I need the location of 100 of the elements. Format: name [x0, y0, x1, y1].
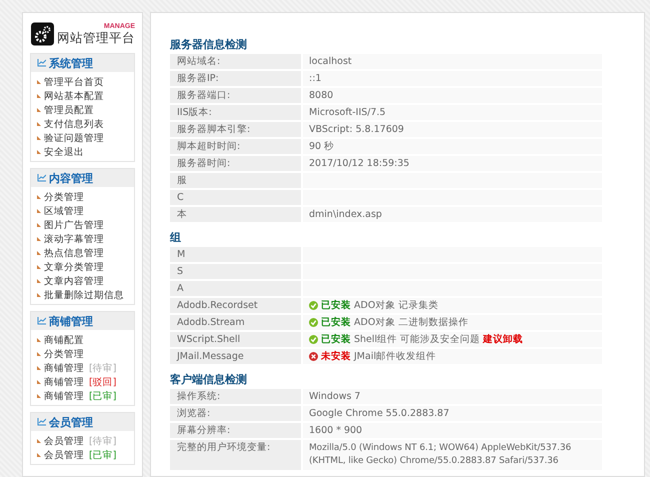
- bullet-icon: [37, 237, 41, 241]
- value-cell: Google Chrome 55.0.2883.87: [303, 406, 602, 421]
- value-cell: 90 秒: [303, 139, 602, 154]
- status-text: 已安装: [321, 300, 351, 311]
- field-label: 网站域名:: [170, 54, 301, 69]
- field-label: 服务器脚本引擎:: [170, 122, 301, 137]
- menu-item[interactable]: 文章内容管理: [44, 274, 104, 288]
- description: JMail邮件收发组件: [354, 351, 436, 362]
- menu-item[interactable]: 管理平台首页: [44, 76, 104, 88]
- bullet-icon: [37, 251, 41, 255]
- field-label: 浏览器:: [170, 406, 301, 421]
- field-label: Adodb.Recordset: [170, 298, 301, 313]
- bullet-icon: [37, 94, 41, 98]
- menu-item[interactable]: 商铺配置: [44, 334, 84, 346]
- chart-icon: [37, 59, 46, 67]
- field-label: S: [170, 264, 301, 279]
- menu-item[interactable]: 会员管理: [44, 448, 84, 462]
- bullet-icon: [37, 380, 41, 384]
- bullet-icon: [37, 394, 41, 398]
- menu-item[interactable]: 商铺管理: [44, 376, 84, 388]
- warning-text: 建议卸载: [483, 334, 524, 345]
- value-cell: localhost: [303, 54, 602, 69]
- description: ADO对象 记录集类: [354, 300, 438, 311]
- bullet-icon: [37, 352, 41, 356]
- group-title: 会员管理: [49, 414, 93, 430]
- logo-title: 网站管理平台: [57, 30, 135, 47]
- group-title: 内容管理: [49, 170, 93, 186]
- value-cell: Windows 7: [303, 389, 602, 404]
- section-title: 组: [170, 231, 182, 245]
- menu-item[interactable]: 分类管理: [44, 190, 84, 204]
- value-cell: dmin\index.asp: [303, 207, 602, 222]
- bullet-icon: [37, 136, 41, 140]
- status-text: 未安装: [321, 351, 351, 362]
- field-label: WScript.Shell: [170, 332, 301, 347]
- bullet-icon: [37, 439, 41, 443]
- menu-item[interactable]: 文章分类管理: [44, 260, 104, 274]
- bullet-icon: [37, 366, 41, 370]
- bullet-icon: [37, 338, 41, 342]
- menu-item[interactable]: 分类管理: [44, 348, 84, 360]
- description: Shell组件 可能涉及安全问题: [354, 334, 480, 345]
- menu-item[interactable]: 批量删除过期信息: [44, 288, 124, 302]
- chart-icon: [37, 418, 46, 426]
- menu-item[interactable]: 验证问题管理: [44, 132, 104, 144]
- status-tag: [待审]: [89, 362, 116, 374]
- bullet-icon: [37, 108, 41, 112]
- bullet-icon: [37, 122, 41, 126]
- field-label: 服务器IP:: [170, 71, 301, 86]
- menu-item[interactable]: 商铺管理: [44, 362, 84, 374]
- value-cell: VBScript: 5.8.17609: [303, 122, 602, 137]
- menu-item[interactable]: 图片广告管理: [44, 218, 104, 232]
- status-text: 已安装: [321, 334, 351, 345]
- field-label: 操作系统:: [170, 389, 301, 404]
- status-tag: [待审]: [89, 434, 116, 448]
- menu-item[interactable]: 会员管理: [44, 434, 84, 448]
- gear-logo-icon: [31, 21, 54, 47]
- field-label: A: [170, 281, 301, 296]
- value-cell: 8080: [303, 88, 602, 103]
- field-label: 服: [170, 173, 301, 188]
- field-label: M: [170, 247, 301, 262]
- bullet-icon: [37, 265, 41, 269]
- bullet-icon: [37, 293, 41, 297]
- menu-item[interactable]: 管理员配置: [44, 104, 94, 116]
- chart-icon: [37, 317, 46, 325]
- menu-item[interactable]: 滚动字幕管理: [44, 232, 104, 246]
- value-cell: 2017/10/12 18:59:35: [303, 156, 602, 171]
- group-title: 系统管理: [49, 56, 93, 70]
- field-label: 服务器端口:: [170, 88, 301, 103]
- value-cell: Mozilla/5.0 (Windows NT 6.1; WOW64) AppleWebKit/537.36 (KHTML, like Gecko) Chrome/55.0.2883.87 Safari/537.36: [303, 440, 602, 470]
- field-label: 服务器时间:: [170, 156, 301, 171]
- field-label: JMail.Message: [170, 349, 301, 364]
- bullet-icon: [37, 209, 41, 213]
- status-tag: [已审]: [89, 390, 116, 402]
- field-label: C: [170, 190, 301, 205]
- section-title: 服务器信息检测: [170, 38, 248, 52]
- menu-item[interactable]: 区域管理: [44, 204, 84, 218]
- status-text: 已安装: [321, 317, 351, 328]
- menu-item[interactable]: 支付信息列表: [44, 118, 104, 130]
- bullet-icon: [37, 80, 41, 84]
- status-tag: [驳回]: [89, 376, 116, 388]
- chart-icon: [37, 174, 46, 182]
- bullet-icon: [37, 279, 41, 283]
- bullet-icon: [37, 223, 41, 227]
- menu-item[interactable]: 安全退出: [44, 146, 84, 158]
- description: ADO对象 二进制数据操作: [354, 317, 468, 328]
- bullet-icon: [37, 150, 41, 154]
- menu-item[interactable]: 网站基本配置: [44, 90, 104, 102]
- field-label: 脚本超时时间:: [170, 139, 301, 154]
- menu-item[interactable]: 热点信息管理: [44, 246, 104, 260]
- bullet-icon: [37, 453, 41, 457]
- group-title: 商铺管理: [49, 314, 93, 328]
- field-label: 完整的用户环境变量:: [170, 440, 301, 470]
- value-cell: 1600 * 900: [303, 423, 602, 438]
- field-label: 屏幕分辨率:: [170, 423, 301, 438]
- section-title: 客户端信息检测: [170, 373, 248, 387]
- bullet-icon: [37, 195, 41, 199]
- field-label: Adodb.Stream: [170, 315, 301, 330]
- value-cell: ::1: [303, 71, 602, 86]
- field-label: IIS版本:: [170, 105, 301, 120]
- field-label: 本: [170, 207, 301, 222]
- menu-item[interactable]: 商铺管理: [44, 390, 84, 402]
